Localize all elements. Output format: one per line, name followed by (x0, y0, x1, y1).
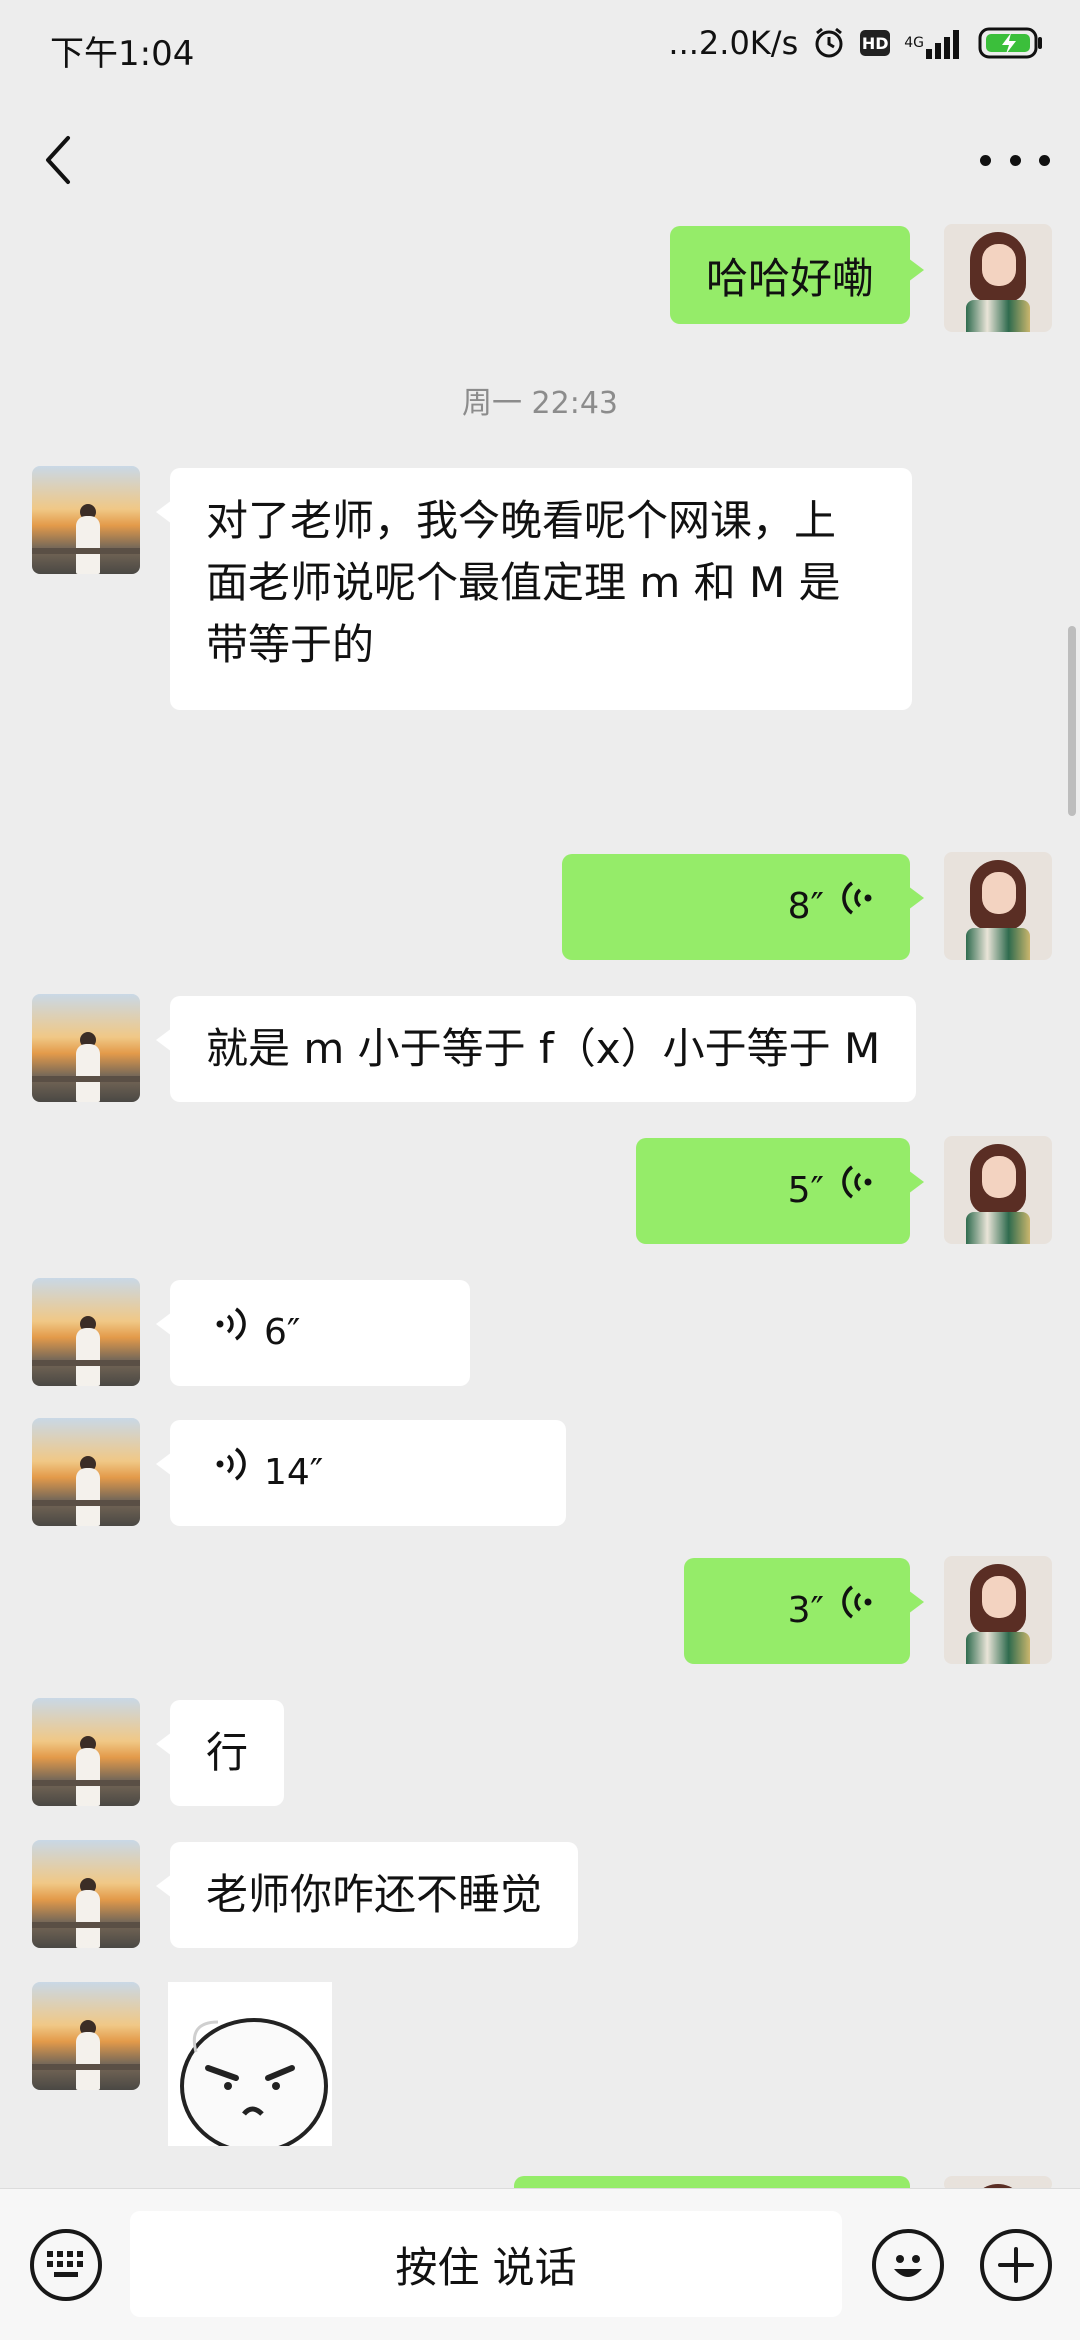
voice-wave-icon (840, 1160, 874, 1222)
voice-duration: 6″ (264, 1312, 301, 1353)
voice-duration: 14″ (264, 1452, 324, 1493)
chevron-left-icon[interactable] (30, 130, 90, 190)
network-speed: ...2.0K/s (668, 24, 799, 62)
message-line: 对了老师，我今晚看呢个网课，上 (206, 496, 837, 545)
chat-screen: 下午1:04 ...2.0K/s HD 4G 哈哈好嘞 周一 22:43 对了老… (0, 0, 1080, 2340)
voice-message-left[interactable]: 6″ (156, 1280, 470, 1386)
voice-duration: 8″ (787, 886, 824, 927)
alarm-icon (812, 26, 846, 60)
voice-wave-icon (214, 1442, 248, 1504)
message-bubble-left[interactable]: 老师你咋还不睡觉 (155, 1842, 579, 1948)
contact-avatar[interactable] (32, 1278, 140, 1386)
message-bubble-left[interactable]: 行 (155, 1700, 285, 1806)
contact-avatar[interactable] (32, 1840, 140, 1948)
message-text: 哈哈好嘞 (705, 254, 874, 303)
my-avatar[interactable] (944, 852, 1052, 960)
status-bar: 下午1:04 ...2.0K/s HD 4G (0, 0, 1080, 100)
message-bubble-right[interactable]: 哈哈好嘞 (669, 226, 925, 324)
contact-avatar[interactable] (32, 466, 140, 574)
4g-signal-icon: 4G (904, 27, 964, 59)
message-bubble-left[interactable]: 对了老师，我今晚看呢个网课，上 面老师说呢个最值定理 m 和 M 是 带等于的 (156, 468, 912, 710)
my-avatar[interactable] (944, 1556, 1052, 1664)
input-bar: 按住 说话 (0, 2188, 1080, 2340)
message-text: 行 (206, 1728, 249, 1777)
contact-avatar[interactable] (32, 1418, 140, 1526)
voice-message-left[interactable]: 14″ (156, 1420, 566, 1526)
voice-wave-icon (840, 1580, 874, 1642)
message-text: 就是 m 小于等于 f（x）小于等于 M (206, 1024, 881, 1073)
status-icons: ...2.0K/s HD 4G (668, 24, 1044, 62)
hd-icon: HD (860, 30, 891, 56)
voice-duration: 5″ (787, 1170, 824, 1211)
voice-wave-icon (214, 1302, 248, 1364)
voice-wave-icon (840, 876, 874, 938)
network-type: 4G (904, 35, 924, 51)
voice-message-right[interactable]: 5″ (636, 1138, 924, 1244)
more-dots-icon[interactable] (980, 140, 1050, 180)
voice-duration: 3″ (787, 1590, 824, 1631)
my-avatar[interactable] (944, 224, 1052, 332)
scrollbar-thumb[interactable] (1068, 626, 1076, 816)
angry-face-sticker-icon[interactable] (168, 1982, 332, 2154)
voice-message-right[interactable]: 8″ (562, 854, 924, 960)
timestamp: 周一 22:43 (462, 386, 618, 421)
battery-charging-icon (978, 26, 1044, 60)
title-bar (0, 100, 1080, 220)
message-line: 带等于的 (206, 620, 375, 669)
contact-avatar[interactable] (32, 994, 140, 1102)
message-text: 老师你咋还不睡觉 (206, 1870, 543, 1919)
contact-avatar[interactable] (32, 1698, 140, 1806)
my-avatar[interactable] (944, 1136, 1052, 1244)
keyboard-icon[interactable] (30, 2229, 102, 2301)
message-line: 面老师说呢个最值定理 m 和 M 是 (206, 558, 841, 607)
contact-avatar[interactable] (32, 1982, 140, 2090)
hold-to-talk-button[interactable]: 按住 说话 (130, 2211, 842, 2317)
plus-icon[interactable] (980, 2229, 1052, 2301)
voice-message-right[interactable]: 3″ (684, 1558, 924, 1664)
emoji-icon[interactable] (872, 2229, 944, 2301)
message-bubble-left[interactable]: 就是 m 小于等于 f（x）小于等于 M (155, 996, 917, 1102)
status-time: 下午1:04 (50, 34, 195, 74)
